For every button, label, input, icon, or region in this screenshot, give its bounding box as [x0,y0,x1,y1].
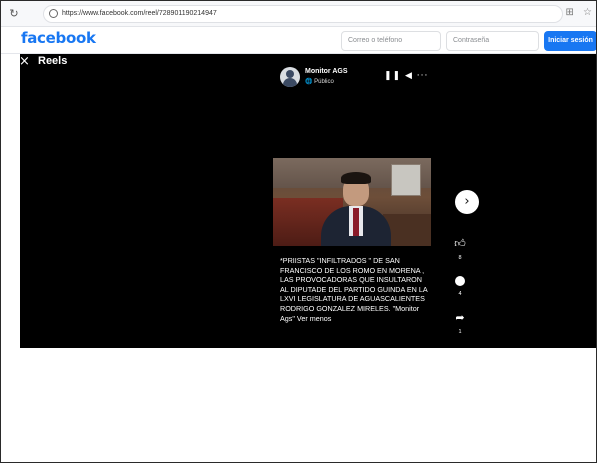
url-text: https://www.facebook.com/reel/7289011902… [62,10,217,17]
like-action[interactable]: 👍︎ 8 [448,238,472,262]
comment-count: 4 [458,291,462,297]
email-field[interactable]: Correo o teléfono [341,31,441,51]
channel-name[interactable]: Monitor AGS [305,68,348,75]
privacy-text: Público [314,79,334,85]
browser-extension-icons[interactable]: ⊞ ☆ [565,7,595,18]
share-icon[interactable]: ➦ [448,312,472,324]
next-reel-button[interactable]: › [455,190,479,214]
browser-toolbar: ↻ https://www.facebook.com/reel/72890119… [1,1,597,27]
site-info-icon[interactable] [49,9,58,18]
password-field[interactable]: Contraseña [446,31,539,51]
privacy-label: 🌐 Público [305,79,334,85]
reel-video[interactable] [273,158,431,246]
like-icon[interactable]: 👍︎ [448,238,472,250]
comment-action[interactable]: 4 [448,276,472,298]
reel-caption: *PRIISTAS "INFILTRADOS " DE SAN FRANCISC… [280,256,428,323]
facebook-logo[interactable]: facebook [21,29,96,47]
reload-icon[interactable]: ↻ [7,7,21,21]
address-bar[interactable]: https://www.facebook.com/reel/7289011902… [43,5,563,23]
player-controls[interactable]: ❚❚ ◀ ··· [384,71,428,81]
page-title: Reels [38,55,68,67]
share-count: 1 [458,329,462,335]
reels-viewer: × Reels Monitor AGS 🌐 Público ❚❚ ◀ ··· *… [19,54,597,348]
login-button[interactable]: Iniciar sesión [544,31,597,51]
close-icon[interactable]: × [19,54,30,70]
like-count: 8 [458,255,462,261]
comment-icon[interactable] [455,276,465,286]
facebook-header: facebook Correo o teléfono Contraseña In… [1,27,597,54]
avatar[interactable] [280,67,300,87]
share-action[interactable]: ➦ 1 [448,312,472,336]
